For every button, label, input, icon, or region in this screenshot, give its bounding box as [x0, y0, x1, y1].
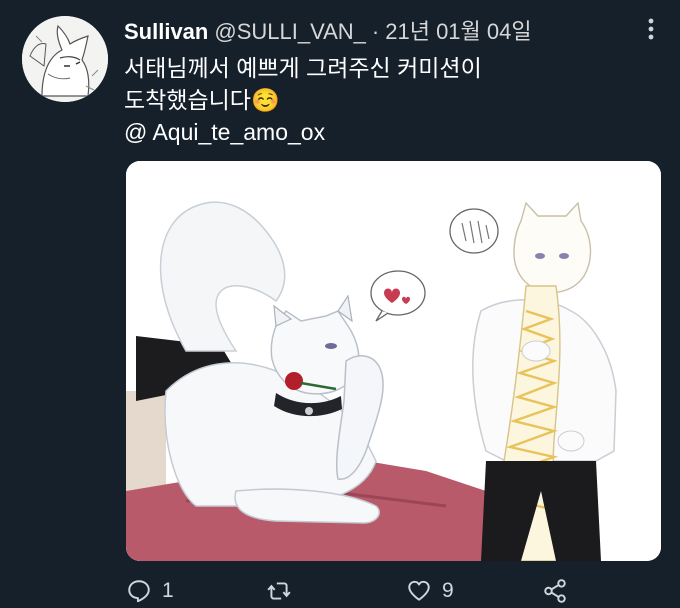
tweet-text: 서태님께서 예쁘게 그려주신 커미션이 도착했습니다☺️ @ Aqui_te_a… [124, 52, 644, 148]
ellipsis-bubble [449, 208, 499, 254]
tweet-actions: 1 9 [126, 578, 596, 608]
like-count: 9 [442, 579, 454, 602]
tweet-media[interactable] [126, 161, 661, 561]
tweet-text-line-2-text: 도착했습니다 [124, 87, 251, 113]
retweet-icon[interactable] [266, 578, 292, 604]
retweet-action[interactable] [266, 578, 302, 604]
box-shape [126, 391, 166, 501]
reply-icon[interactable] [126, 578, 152, 604]
rose [285, 372, 303, 390]
share-icon[interactable] [542, 578, 568, 604]
mention-link[interactable]: @ Aqui_te_amo_ox [124, 116, 644, 148]
reply-action[interactable]: 1 [126, 578, 174, 604]
avatar[interactable] [22, 16, 108, 102]
separator-dot: · [371, 19, 380, 44]
avatar-illustration [22, 16, 108, 102]
smiling-face-emoji: ☺️ [250, 87, 280, 113]
author-handle[interactable]: @SULLI_VAN_ [214, 19, 366, 45]
tweet-header: Sullivan @SULLI_VAN_ · 21년 01월 04일 [124, 14, 532, 46]
heart-icon[interactable] [406, 578, 432, 604]
tweet-text-line-1: 서태님께서 예쁘게 그려주신 커미션이 [124, 55, 482, 81]
reply-count: 1 [162, 579, 174, 602]
author-name[interactable]: Sullivan [124, 19, 208, 45]
more-vertical-icon[interactable] [634, 14, 668, 48]
share-action[interactable] [542, 578, 578, 604]
like-action[interactable]: 9 [406, 578, 454, 604]
tweet-text-line-2: 도착했습니다☺️ [124, 84, 644, 116]
cat-head [513, 201, 592, 294]
commission-illustration [126, 161, 661, 561]
tweet-date[interactable]: 21년 01월 04일 [385, 14, 531, 46]
